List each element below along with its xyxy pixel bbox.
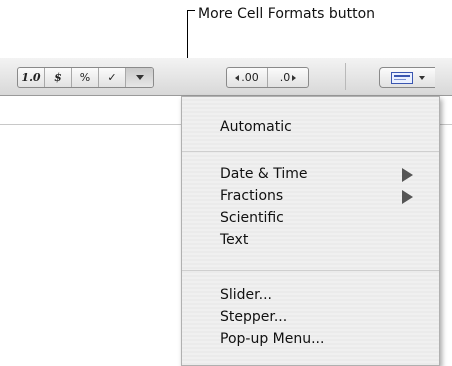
more-cell-formats-menu: Automatic Date & Time Fractions Scientif… xyxy=(181,96,440,366)
menu-item-popup-menu[interactable]: Pop-up Menu... xyxy=(182,329,439,351)
currency-format-button[interactable]: $ xyxy=(45,68,72,87)
more-cell-formats-button[interactable] xyxy=(126,68,153,87)
percentage-format-label: % xyxy=(79,71,91,84)
increase-decimals-button[interactable]: .0 xyxy=(268,68,308,87)
arrow-right-icon xyxy=(292,74,297,81)
decrease-decimals-button[interactable]: .00 xyxy=(227,68,268,87)
menu-item-label: Automatic xyxy=(220,119,292,135)
chevron-down-icon xyxy=(418,75,425,80)
table-tool-button[interactable] xyxy=(380,68,435,87)
menu-separator xyxy=(182,151,439,152)
currency-format-label: $ xyxy=(54,71,62,84)
table-select-icon xyxy=(390,71,413,84)
menu-item-label: Text xyxy=(220,232,249,248)
submenu-arrow-icon xyxy=(402,190,413,204)
menu-item-label: Slider... xyxy=(220,287,272,303)
callout-leader-tick xyxy=(187,10,195,11)
callout-label: More Cell Formats button xyxy=(198,6,376,22)
menu-item-text[interactable]: Text xyxy=(182,230,439,252)
menu-item-fractions[interactable]: Fractions xyxy=(182,186,439,208)
checkbox-format-label: ✓ xyxy=(107,71,117,84)
menu-item-slider[interactable]: Slider... xyxy=(182,285,439,307)
cell-format-button-group: 1.0 $ % ✓ xyxy=(17,67,154,88)
chevron-down-icon xyxy=(135,75,144,80)
menu-item-label: Pop-up Menu... xyxy=(220,331,325,347)
arrow-left-icon xyxy=(235,74,240,81)
menu-item-label: Fractions xyxy=(220,188,284,204)
menu-item-date-time[interactable]: Date & Time xyxy=(182,164,439,186)
menu-item-label: Date & Time xyxy=(220,166,308,182)
number-format-button[interactable]: 1.0 xyxy=(18,68,45,87)
decimals-button-group: .00 .0 xyxy=(226,67,309,88)
menu-item-scientific[interactable]: Scientific xyxy=(182,208,439,230)
menu-item-label: Scientific xyxy=(220,210,284,226)
table-tool-button-group xyxy=(379,67,435,88)
checkbox-format-button[interactable]: ✓ xyxy=(99,68,126,87)
increase-decimals-label: .0 xyxy=(279,71,291,84)
menu-item-stepper[interactable]: Stepper... xyxy=(182,307,439,329)
menu-item-automatic[interactable]: Automatic xyxy=(182,117,439,139)
decrease-decimals-label: .00 xyxy=(241,71,259,84)
menu-item-label: Stepper... xyxy=(220,309,288,325)
format-toolbar: 1.0 $ % ✓ .00 .0 xyxy=(0,58,452,96)
submenu-arrow-icon xyxy=(402,168,413,182)
toolbar-divider xyxy=(345,63,346,90)
percentage-format-button[interactable]: % xyxy=(72,68,99,87)
number-format-label: 1.0 xyxy=(21,71,41,84)
menu-separator xyxy=(182,270,439,271)
